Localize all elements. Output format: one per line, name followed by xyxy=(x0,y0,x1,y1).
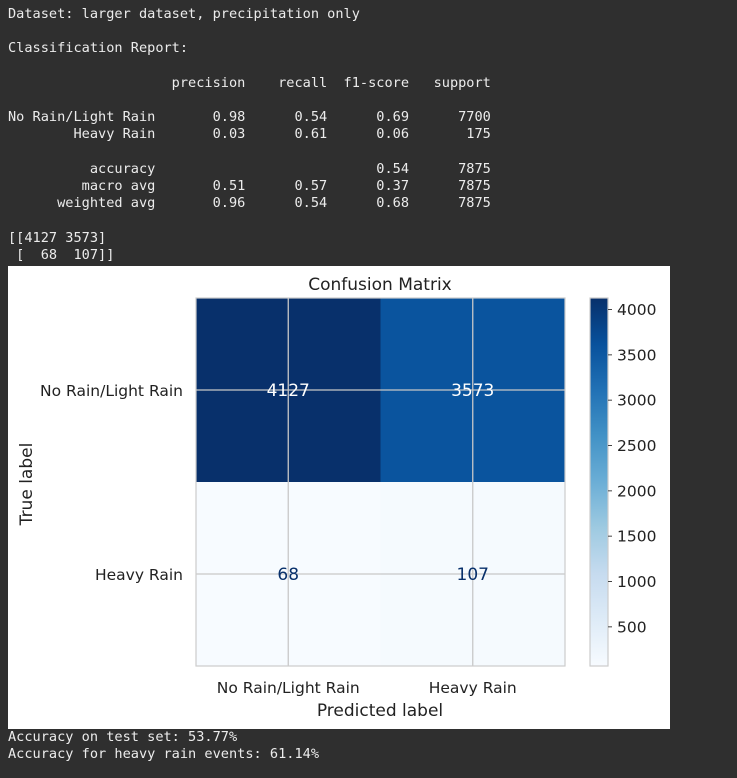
cell-value-label: 4127 xyxy=(267,381,310,401)
report-summary-row: macro avg 0.51 0.57 0.37 7875 xyxy=(8,178,491,195)
cell-output-report: Dataset: larger dataset, precipitation o… xyxy=(8,6,491,264)
cell-value-label: 3573 xyxy=(451,381,494,401)
y-axis-label: True label xyxy=(17,443,37,527)
report-header-row: precision recall f1-score support xyxy=(8,74,491,91)
matrix-line: [[4127 3573] xyxy=(8,229,107,246)
colorbar-tick-labels: 500 1000 1500 2000 2500 3000 3500 4000 xyxy=(608,301,656,636)
report-heading: Classification Report: xyxy=(8,40,189,57)
colorbar-tick-label: 1500 xyxy=(617,528,656,546)
colorbar-tick-label: 2000 xyxy=(617,482,656,500)
colorbar-tick-label: 4000 xyxy=(617,301,656,319)
x-axis-label: Predicted label xyxy=(317,701,443,721)
colorbar-tick-label: 2500 xyxy=(617,437,656,455)
colorbar xyxy=(590,298,608,666)
colorbar-tick-label: 3500 xyxy=(617,346,656,364)
report-row: No Rain/Light Rain 0.98 0.54 0.69 7700 xyxy=(8,109,491,126)
report-row: Heavy Rain 0.03 0.61 0.06 175 xyxy=(8,126,491,143)
chart-title: Confusion Matrix xyxy=(308,275,452,295)
accuracy-line: Accuracy for heavy rain events: 61.14% xyxy=(8,746,319,763)
colorbar-tick-label: 3000 xyxy=(617,392,656,410)
x-tick-label: Heavy Rain xyxy=(429,679,517,697)
y-tick-labels: No Rain/Light Rain Heavy Rain xyxy=(40,382,183,584)
heatmap-cells xyxy=(196,298,565,666)
matrix-line: [ 68 107]] xyxy=(8,246,115,263)
report-summary-row: accuracy 0.54 7875 xyxy=(8,160,491,177)
colorbar-tick-label: 500 xyxy=(617,618,647,636)
y-tick-label: No Rain/Light Rain xyxy=(40,382,183,400)
x-tick-labels: No Rain/Light Rain Heavy Rain xyxy=(217,679,517,697)
confusion-matrix-chart: 4127 3573 68 107 No Rain/Light Rain Heavy Ra… xyxy=(17,275,656,721)
accuracy-line: Accuracy on test set: 53.77% xyxy=(8,729,238,745)
confusion-matrix-figure: 4127 3573 68 107 No Rain/Light Rain Heavy Ra… xyxy=(8,266,670,729)
report-summary-row: weighted avg 0.96 0.54 0.68 7875 xyxy=(8,195,491,212)
x-tick-label: No Rain/Light Rain xyxy=(217,679,360,697)
cell-output-accuracy: Accuracy on test set: 53.77% Accuracy fo… xyxy=(8,729,319,763)
colorbar-tick-label: 1000 xyxy=(617,573,656,591)
cell-value-label: 68 xyxy=(277,565,299,585)
dataset-line: Dataset: larger dataset, precipitation o… xyxy=(8,6,360,22)
cell-value-label: 107 xyxy=(457,565,489,585)
y-tick-label: Heavy Rain xyxy=(95,566,183,584)
